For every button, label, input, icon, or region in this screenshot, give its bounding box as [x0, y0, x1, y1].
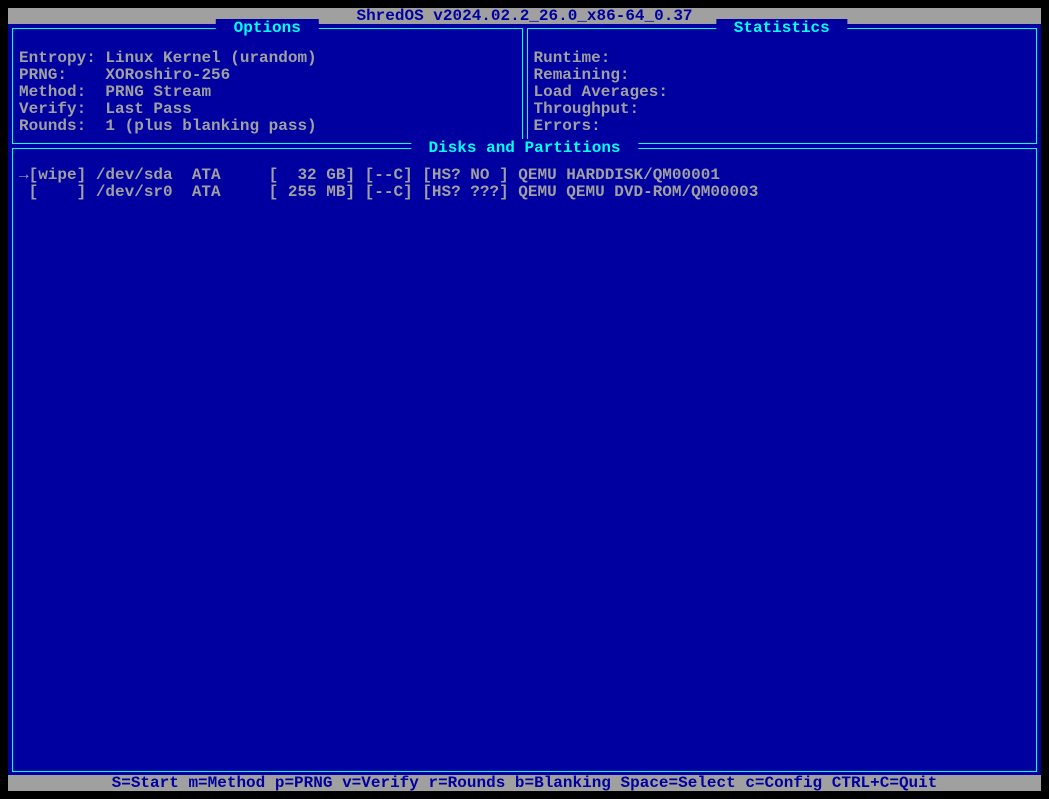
verify-value: Last Pass: [105, 100, 191, 118]
disks-panel[interactable]: Disks and Partitions →[wipe] /dev/sda AT…: [12, 148, 1037, 772]
disk-row[interactable]: →[wipe] /dev/sda ATA [ 32 GB] [--C] [HS?…: [19, 167, 1030, 184]
disks-body: →[wipe] /dev/sda ATA [ 32 GB] [--C] [HS?…: [13, 149, 1036, 205]
remaining-label: Remaining:: [534, 66, 630, 84]
rounds-value: 1 (plus blanking pass): [105, 117, 316, 135]
throughput-label: Throughput:: [534, 100, 640, 118]
loadavg-label: Load Averages:: [534, 83, 668, 101]
verify-label: Verify:: [19, 100, 86, 118]
entropy-label: Entropy:: [19, 49, 96, 67]
prng-label: PRNG:: [19, 66, 67, 84]
runtime-label: Runtime:: [534, 49, 611, 67]
disks-panel-title: Disks and Partitions: [411, 139, 638, 157]
options-body: Entropy: Linux Kernel (urandom) PRNG: XO…: [13, 29, 522, 143]
footer-help: S=Start m=Method p=PRNG v=Verify r=Round…: [8, 775, 1041, 791]
options-panel: Options Entropy: Linux Kernel (urandom) …: [12, 28, 523, 144]
app-title: ShredOS v2024.02.2_26.0_x86-64_0.37: [356, 7, 692, 25]
method-value: PRNG Stream: [105, 83, 211, 101]
statistics-panel: Statistics Runtime: Remaining: Load Aver…: [527, 28, 1038, 144]
method-label: Method:: [19, 83, 86, 101]
screen: ShredOS v2024.02.2_26.0_x86-64_0.37 Opti…: [0, 0, 1049, 799]
footer-text: S=Start m=Method p=PRNG v=Verify r=Round…: [112, 774, 938, 792]
errors-label: Errors:: [534, 117, 601, 135]
statistics-body: Runtime: Remaining: Load Averages: Throu…: [528, 29, 1037, 143]
rounds-label: Rounds:: [19, 117, 86, 135]
disk-row[interactable]: [ ] /dev/sr0 ATA [ 255 MB] [--C] [HS? ??…: [19, 184, 1030, 201]
statistics-panel-title: Statistics: [716, 19, 847, 37]
prng-value: XORoshiro-256: [105, 66, 230, 84]
options-panel-title: Options: [216, 19, 318, 37]
top-panels: Options Entropy: Linux Kernel (urandom) …: [8, 24, 1041, 144]
title-bar: ShredOS v2024.02.2_26.0_x86-64_0.37: [8, 8, 1041, 24]
disks-container: Disks and Partitions →[wipe] /dev/sda AT…: [8, 144, 1041, 776]
entropy-value: Linux Kernel (urandom): [105, 49, 316, 67]
